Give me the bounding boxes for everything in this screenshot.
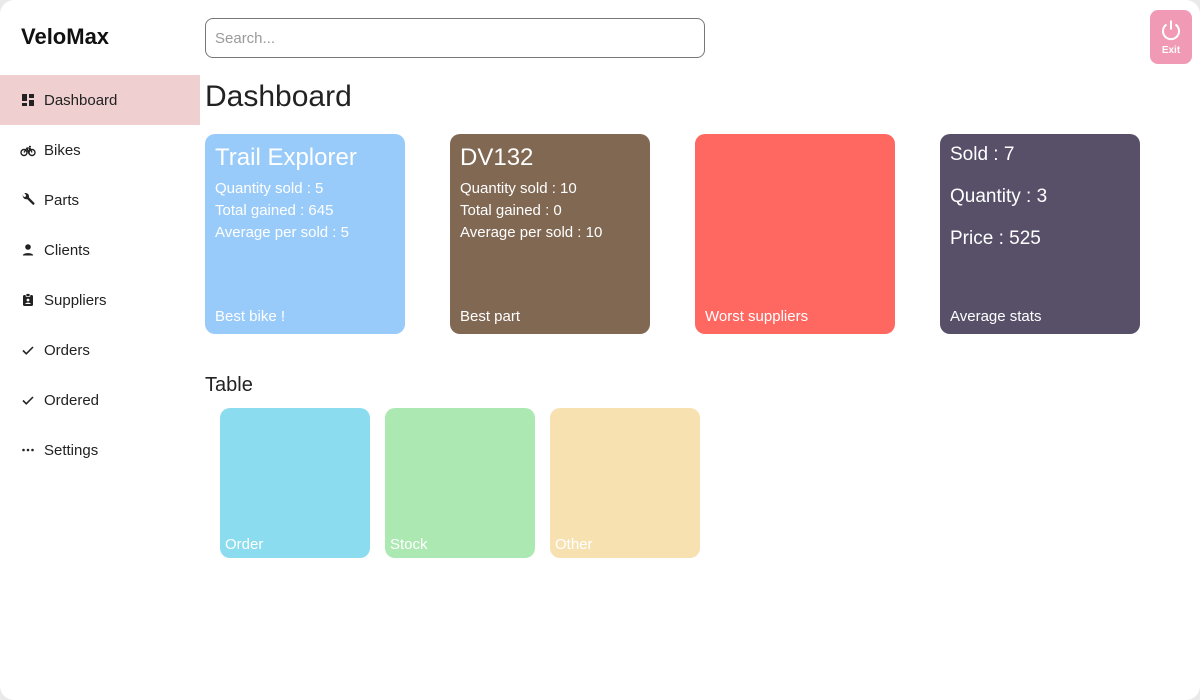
tile-label: Stock	[390, 536, 428, 553]
sidebar-item-label: Parts	[44, 191, 80, 209]
power-icon	[1162, 20, 1180, 41]
sidebar: Dashboard Bikes Parts Clients Suppliers	[0, 75, 200, 475]
tile-label: Order	[225, 536, 264, 553]
card-title: DV132	[460, 144, 534, 171]
sidebar-item-settings[interactable]: Settings	[0, 425, 200, 475]
card-line: Total gained : 0	[460, 202, 562, 219]
sidebar-item-label: Bikes	[44, 141, 81, 159]
stock-tile[interactable]: Stock	[385, 408, 535, 558]
page-title: Dashboard	[205, 80, 352, 113]
sidebar-item-bikes[interactable]: Bikes	[0, 125, 200, 175]
check-icon	[20, 342, 36, 358]
best-part-card[interactable]: DV132 Quantity sold : 10 Total gained : …	[450, 134, 650, 334]
card-footer: Best bike !	[215, 308, 286, 325]
stat-price: Price : 525	[950, 228, 1041, 249]
order-tile[interactable]: Order	[220, 408, 370, 558]
check-icon	[20, 392, 36, 408]
app-brand: VeloMax	[21, 24, 110, 49]
sidebar-item-label: Settings	[44, 441, 99, 459]
card-line: Average per sold : 5	[215, 224, 349, 241]
sidebar-item-label: Ordered	[44, 391, 100, 409]
tile-label: Other	[555, 536, 593, 553]
card-line: Quantity sold : 5	[215, 180, 324, 197]
card-line: Average per sold : 10	[460, 224, 603, 241]
card-title: Trail Explorer	[215, 144, 357, 171]
table-section-title: Table	[205, 374, 253, 396]
app-window: VeloMax Dashboard Bikes Parts Clients Su…	[0, 0, 1200, 700]
card-footer: Best part	[460, 308, 521, 325]
bike-icon	[20, 142, 36, 158]
person-icon	[20, 242, 36, 258]
card-line: Quantity sold : 10	[460, 180, 577, 197]
card-line: Total gained : 645	[215, 202, 334, 219]
dashboard-icon	[20, 92, 36, 108]
sidebar-item-parts[interactable]: Parts	[0, 175, 200, 225]
best-bike-card[interactable]: Trail Explorer Quantity sold : 5 Total g…	[205, 134, 405, 334]
sidebar-item-clients[interactable]: Clients	[0, 225, 200, 275]
sidebar-item-label: Dashboard	[44, 91, 118, 109]
card-footer: Average stats	[950, 308, 1042, 325]
sidebar-item-label: Clients	[44, 241, 90, 259]
sidebar-item-label: Suppliers	[44, 291, 107, 309]
exit-label: Exit	[1161, 45, 1181, 56]
sidebar-item-suppliers[interactable]: Suppliers	[0, 275, 200, 325]
badge-icon	[20, 292, 36, 308]
worst-suppliers-card[interactable]: Worst suppliers	[695, 134, 895, 334]
search-input[interactable]	[205, 18, 705, 58]
stat-quantity: Quantity : 3	[950, 186, 1048, 207]
other-tile[interactable]: Other	[550, 408, 700, 558]
sidebar-item-dashboard[interactable]: Dashboard	[0, 75, 200, 125]
card-footer: Worst suppliers	[705, 308, 809, 325]
sidebar-item-label: Orders	[44, 341, 90, 359]
sidebar-item-ordered[interactable]: Ordered	[0, 375, 200, 425]
stat-sold: Sold : 7	[950, 144, 1015, 165]
average-stats-card[interactable]: Sold : 7 Quantity : 3 Price : 525 Averag…	[940, 134, 1140, 334]
more-icon	[20, 442, 36, 458]
exit-button[interactable]: Exit	[1150, 10, 1192, 64]
wrench-icon	[20, 192, 36, 208]
sidebar-item-orders[interactable]: Orders	[0, 325, 200, 375]
